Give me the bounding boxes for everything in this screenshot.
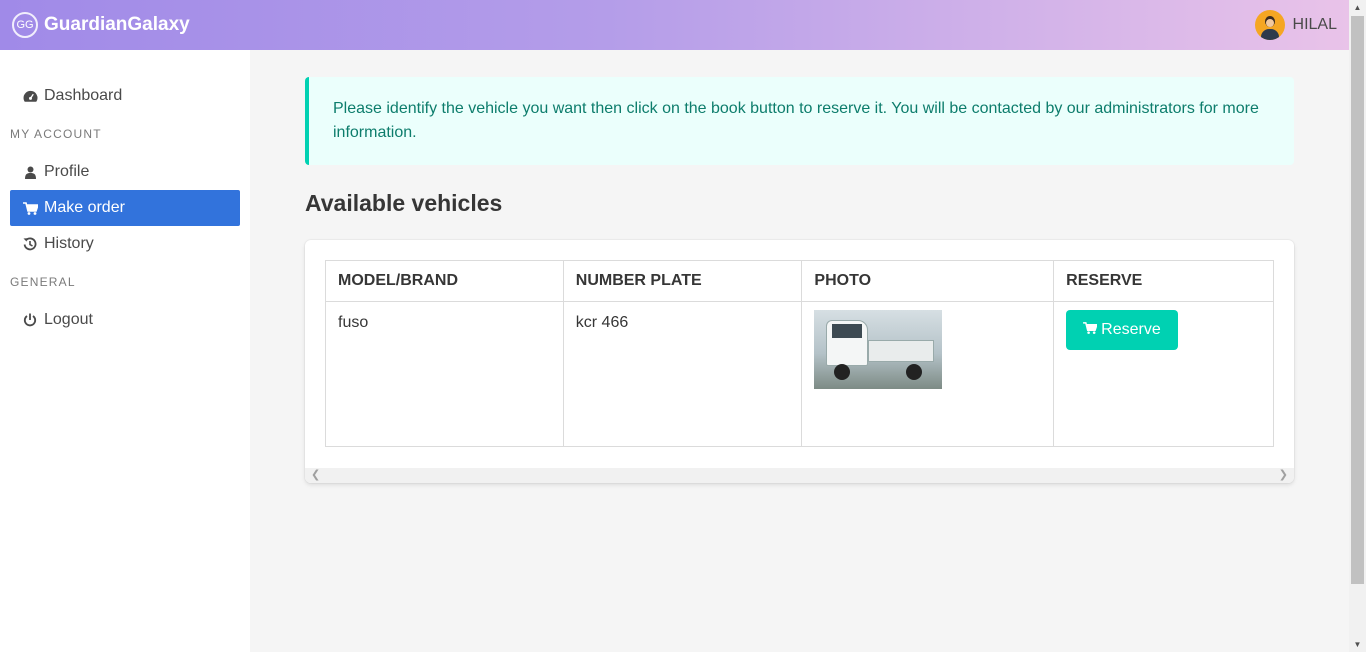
sidebar-item-label: Profile <box>44 163 90 180</box>
page-title: Available vehicles <box>305 190 503 216</box>
vehicle-photo <box>814 310 943 389</box>
cart-icon <box>1083 321 1099 339</box>
cell-photo <box>801 301 1055 447</box>
avatar <box>1254 10 1285 40</box>
sidebar-item-label: Make order <box>44 199 125 216</box>
scroll-up-icon[interactable]: ▲ <box>1349 3 1366 12</box>
power-icon <box>22 313 38 327</box>
cart-icon <box>22 201 38 215</box>
sidebar-item-label: Logout <box>44 311 93 328</box>
cell-model: fuso <box>325 301 564 447</box>
section-label-account: MY ACCOUNT <box>10 127 102 141</box>
sidebar-item-history[interactable]: History <box>10 226 240 262</box>
main-content: Please identify the vehicle you want the… <box>250 50 1349 652</box>
reserve-button[interactable]: Reserve <box>1066 310 1178 350</box>
vehicles-table: MODEL/BRAND NUMBER PLATE PHOTO RESERVE f… <box>325 260 1274 447</box>
sidebar-item-profile[interactable]: Profile <box>10 154 240 190</box>
scroll-down-icon[interactable]: ▼ <box>1349 640 1366 649</box>
table-row: fuso kcr 466 Reserve <box>325 301 1274 447</box>
sidebar-item-dashboard[interactable]: Dashboard <box>10 78 240 114</box>
sidebar-item-label: History <box>44 235 94 252</box>
column-header-photo: PHOTO <box>801 260 1055 302</box>
brand-logo-icon: GG <box>12 12 38 38</box>
user-icon <box>22 166 38 179</box>
section-label-general: GENERAL <box>10 275 76 289</box>
scroll-right-icon[interactable]: ❯ <box>1279 468 1288 483</box>
sidebar-item-make-order[interactable]: Make order <box>10 190 240 226</box>
column-header-reserve: RESERVE <box>1053 260 1274 302</box>
column-header-model: MODEL/BRAND <box>325 260 564 302</box>
sidebar: Dashboard MY ACCOUNT Profile Make order … <box>0 50 250 652</box>
top-navbar: GG GuardianGalaxy HILAL <box>0 0 1349 50</box>
table-header-row: MODEL/BRAND NUMBER PLATE PHOTO RESERVE <box>325 260 1274 302</box>
column-header-plate: NUMBER PLATE <box>562 260 803 302</box>
brand[interactable]: GG GuardianGalaxy <box>12 12 190 38</box>
username: HILAL <box>1292 16 1337 33</box>
sidebar-item-label: Dashboard <box>44 87 123 104</box>
info-notification: Please identify the vehicle you want the… <box>305 77 1294 165</box>
cell-reserve: Reserve <box>1053 301 1274 447</box>
reserve-button-label: Reserve <box>1101 321 1161 338</box>
sidebar-item-logout[interactable]: Logout <box>10 302 240 338</box>
tachometer-icon <box>22 90 38 103</box>
vehicles-card: MODEL/BRAND NUMBER PLATE PHOTO RESERVE f… <box>305 240 1294 483</box>
vertical-scrollbar[interactable]: ▲ ▼ <box>1349 0 1366 652</box>
horizontal-scrollbar[interactable]: ❮ ❯ <box>305 468 1294 483</box>
history-icon <box>22 237 38 251</box>
scroll-left-icon[interactable]: ❮ <box>311 468 320 483</box>
brand-name: GuardianGalaxy <box>44 14 190 35</box>
scrollbar-thumb[interactable] <box>1351 16 1364 584</box>
cell-plate: kcr 466 <box>562 301 803 447</box>
user-menu[interactable]: HILAL <box>1254 10 1337 40</box>
